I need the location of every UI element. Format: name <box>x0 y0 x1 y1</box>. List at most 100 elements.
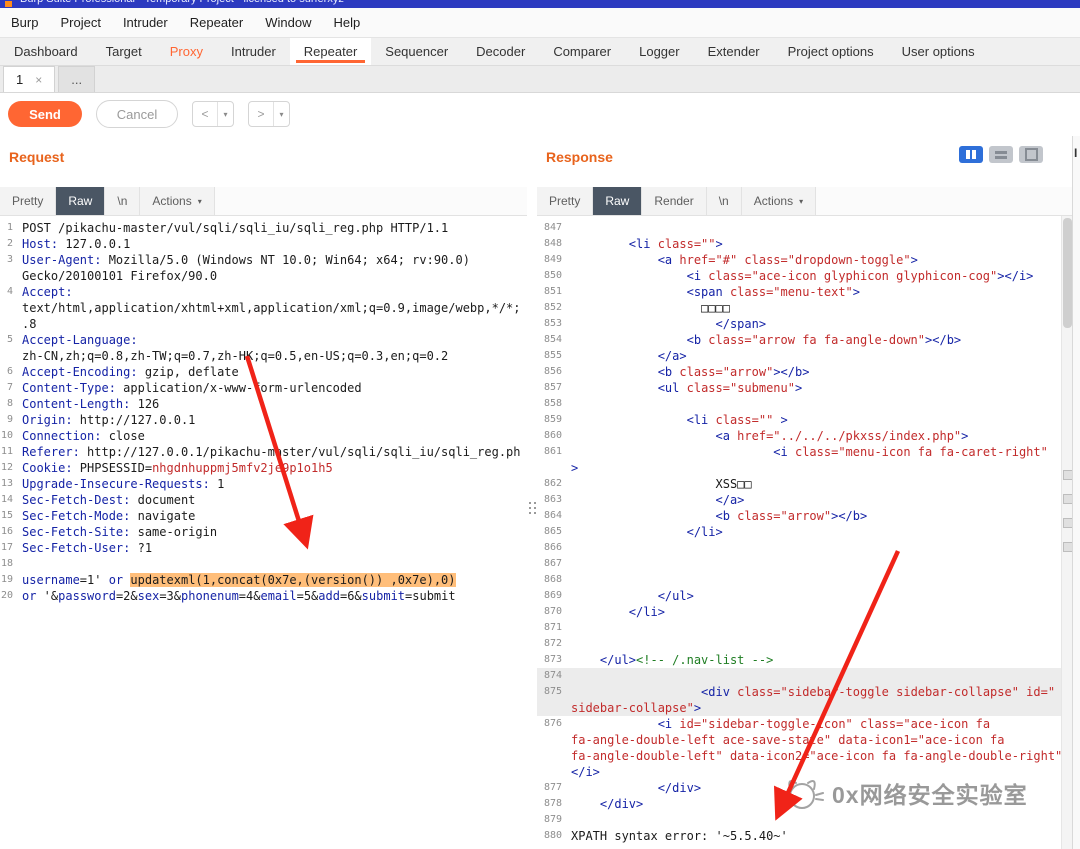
repeater-tab-label: 1 <box>16 72 24 87</box>
line-number: 858 <box>543 398 562 409</box>
repeater-tab-1[interactable]: 1 × <box>3 66 56 92</box>
code-text: □□□□ <box>571 301 730 315</box>
menu-project[interactable]: Project <box>49 10 111 35</box>
line-number: 7 <box>6 382 13 393</box>
repeater-tab-more[interactable]: ... <box>58 66 96 92</box>
code-line: zh-CN,zh;q=0.8,zh-TW;q=0.7,zh-HK;q=0.5,e… <box>0 348 527 364</box>
forward-arrow-icon[interactable]: > <box>249 102 274 126</box>
line-number: 868 <box>543 574 562 585</box>
code-text: Upgrade-Insecure-Requests: 1 <box>22 477 225 491</box>
close-tab-icon[interactable]: × <box>35 73 42 87</box>
response-panel: Response Pretty Raw Render \n Actions ▾ 847 84… <box>537 136 1073 849</box>
chevron-down-icon[interactable]: ▾ <box>274 102 289 126</box>
menu-window[interactable]: Window <box>254 10 322 35</box>
code-text: Content-Type: application/x-www-form-url… <box>22 381 362 395</box>
tab-extender[interactable]: Extender <box>694 38 774 65</box>
code-line: 859 <li class="" > <box>537 412 1062 428</box>
code-text: <i class="ace-icon glyphicon glyphicon-c… <box>686 269 1034 283</box>
tab-proxy[interactable]: Proxy <box>156 38 217 65</box>
burp-icon <box>5 1 12 7</box>
request-editor-tabs: Pretty Raw \n Actions ▾ <box>0 187 527 216</box>
back-arrow-icon[interactable]: < <box>193 102 218 126</box>
line-number: 12 <box>0 462 13 473</box>
request-code[interactable]: 1 POST /pikachu-master/vul/sqli/sqli_iu/s… <box>0 216 527 849</box>
watermark-text: 0x网络安全实验室 <box>832 782 1028 808</box>
code-line: 14 Sec-Fetch-Dest: document <box>0 492 527 508</box>
line-number: 6 <box>6 366 13 377</box>
code-line: 18 <box>0 556 527 572</box>
code-line: 13 Upgrade-Insecure-Requests: 1 <box>0 476 527 492</box>
request-tab-n[interactable]: \n <box>105 187 141 215</box>
menu-burp[interactable]: Burp <box>0 10 49 35</box>
line-number: 854 <box>543 334 562 345</box>
response-tab-actions[interactable]: Actions ▾ <box>741 187 817 215</box>
line-number <box>537 748 566 764</box>
line-number: 10 <box>0 430 13 441</box>
response-tab-raw[interactable]: Raw <box>593 187 643 215</box>
tab-logger[interactable]: Logger <box>625 38 693 65</box>
code-line: 853 </span> <box>537 316 1062 332</box>
menu-repeater[interactable]: Repeater <box>179 10 254 35</box>
request-tab-actions[interactable]: Actions ▾ <box>140 187 215 215</box>
inspector-panel[interactable]: I <box>1072 136 1080 849</box>
line-number: 871 <box>543 622 562 633</box>
line-number: 855 <box>543 350 562 361</box>
tab-target[interactable]: Target <box>92 38 156 65</box>
code-text: XPATH syntax error: '~5.5.40~' <box>571 829 788 843</box>
tab-user-options[interactable]: User options <box>888 38 989 65</box>
line-number: 862 <box>543 478 562 489</box>
repeater-tab-bar: 1 ×... <box>0 66 1080 93</box>
response-title: Response <box>546 149 613 165</box>
tab-comparer[interactable]: Comparer <box>539 38 625 65</box>
code-text: .8 <box>22 317 37 331</box>
menu-help[interactable]: Help <box>322 10 371 35</box>
code-text: </ul> <box>657 589 694 603</box>
code-line: 880 XPATH syntax error: '~5.5.40~' <box>537 828 1062 844</box>
panel-splitter[interactable] <box>527 136 537 849</box>
response-code[interactable]: 847 848 <li class=""> 849 <a href="#" clas… <box>537 216 1062 849</box>
code-text: <div class="sidebar-toggle sidebar-colla… <box>701 685 1056 699</box>
line-number: 876 <box>543 718 562 729</box>
burp-suite-window: Burp Suite Professional - Temporary Proj… <box>0 0 1080 849</box>
response-tab-label: Pretty <box>549 194 581 208</box>
cancel-button[interactable]: Cancel <box>96 100 178 128</box>
tab-intruder[interactable]: Intruder <box>217 38 290 65</box>
scrollbar-thumb[interactable] <box>1063 218 1072 328</box>
request-tab-raw[interactable]: Raw <box>56 187 106 215</box>
code-line: 3 User-Agent: Mozilla/5.0 (Windows NT 10.… <box>0 252 527 268</box>
code-text: </a> <box>715 493 745 507</box>
code-line: 17 Sec-Fetch-User: ?1 <box>0 540 527 556</box>
view-tabs-button[interactable] <box>1019 146 1043 163</box>
view-side-by-side-button[interactable] <box>959 146 983 163</box>
code-line: 12 Cookie: PHPSESSID=nhgdnhuppmj5mfv2je9p… <box>0 460 527 476</box>
history-back-button[interactable]: < ▾ <box>192 101 234 127</box>
code-line: 6 Accept-Encoding: gzip, deflate <box>0 364 527 380</box>
chevron-down-icon[interactable]: ▾ <box>218 102 233 126</box>
code-line: 854 <b class="arrow fa fa-angle-down"></… <box>537 332 1062 348</box>
tab-sequencer[interactable]: Sequencer <box>371 38 462 65</box>
send-button[interactable]: Send <box>8 101 82 127</box>
tab-decoder[interactable]: Decoder <box>462 38 539 65</box>
response-tab-render[interactable]: Render <box>642 187 707 215</box>
code-line: fa-angle-double-left ace-save-state" dat… <box>537 732 1062 748</box>
line-number: 11 <box>0 446 13 457</box>
code-line: 860 <a href="../../../pkxss/index.php"> <box>537 428 1062 444</box>
tab-project-options[interactable]: Project options <box>774 38 888 65</box>
splitter-handle-icon[interactable] <box>529 502 536 514</box>
line-number: 17 <box>0 542 13 553</box>
view-top-bottom-button[interactable] <box>989 146 1013 163</box>
menu-intruder[interactable]: Intruder <box>112 10 179 35</box>
response-tab-n[interactable]: \n <box>706 187 742 215</box>
tab-repeater[interactable]: Repeater <box>289 38 372 65</box>
request-tab-pretty[interactable]: Pretty <box>0 187 57 215</box>
code-line: 856 <b class="arrow"></b> <box>537 364 1062 380</box>
tab-dashboard[interactable]: Dashboard <box>0 38 92 65</box>
code-text: <ul class="submenu"> <box>657 381 803 395</box>
history-forward-button[interactable]: > ▾ <box>248 101 290 127</box>
line-number: 873 <box>543 654 562 665</box>
response-tab-pretty[interactable]: Pretty <box>537 187 594 215</box>
line-number <box>537 764 566 780</box>
code-text: Content-Length: 126 <box>22 397 160 411</box>
code-text: <b class="arrow"></b> <box>657 365 810 379</box>
